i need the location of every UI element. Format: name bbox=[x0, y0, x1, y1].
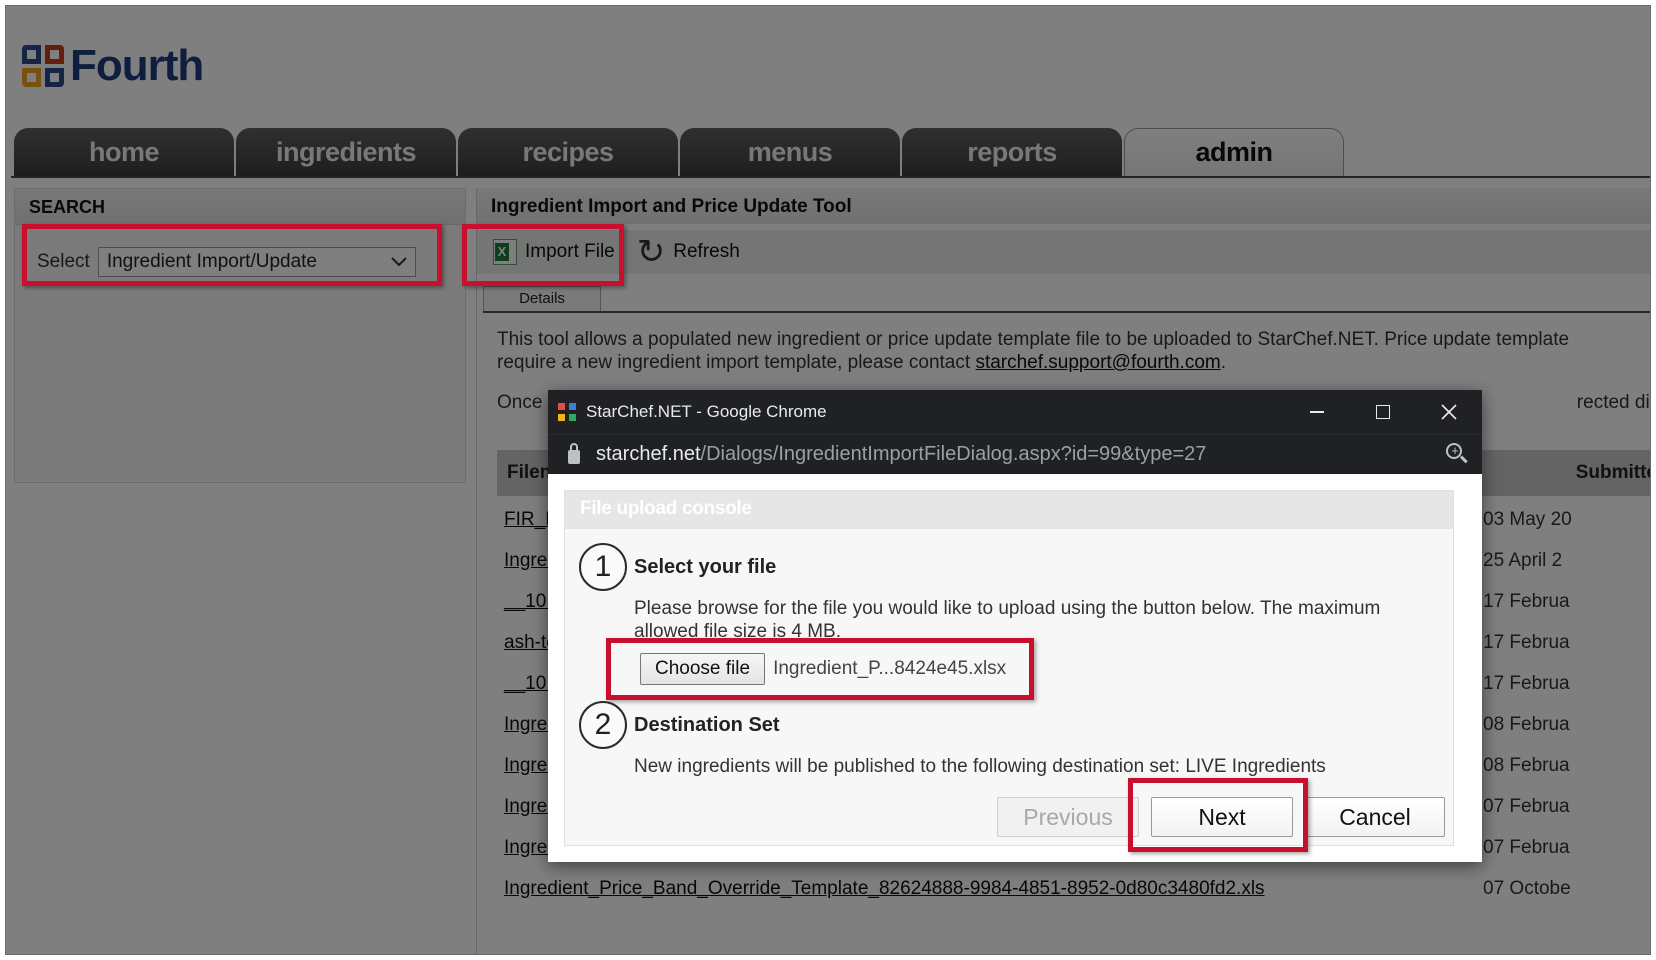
zoom-icon[interactable]: + bbox=[1446, 443, 1468, 465]
window-title: StarChef.NET - Google Chrome bbox=[586, 402, 827, 421]
starchef-favicon-icon bbox=[558, 403, 576, 421]
step-2-title: Destination Set bbox=[634, 714, 780, 736]
address-bar[interactable]: starchef.net/Dialogs/IngredientImportFil… bbox=[548, 434, 1482, 474]
console-title: File upload console bbox=[565, 491, 1453, 529]
chrome-popup-window: StarChef.NET - Google Chrome starchef.ne… bbox=[548, 390, 1482, 862]
step-1-number: 1 bbox=[579, 543, 627, 591]
highlight-import-file bbox=[462, 224, 624, 286]
url-host: starchef.net bbox=[596, 443, 701, 465]
window-titlebar: StarChef.NET - Google Chrome bbox=[548, 390, 1482, 434]
step-2-number: 2 bbox=[579, 701, 627, 749]
url-text: starchef.net/Dialogs/IngredientImportFil… bbox=[596, 443, 1206, 466]
maximize-button[interactable] bbox=[1350, 390, 1416, 434]
highlight-next-button bbox=[1128, 778, 1308, 852]
cancel-button[interactable]: Cancel bbox=[1305, 797, 1445, 837]
highlight-choose-file bbox=[606, 638, 1034, 700]
minimize-icon bbox=[1310, 411, 1324, 413]
lock-icon bbox=[568, 442, 580, 464]
close-window-button[interactable] bbox=[1416, 390, 1482, 434]
step-1-text: Please browse for the file you would lik… bbox=[634, 598, 1381, 642]
previous-button[interactable]: Previous bbox=[997, 797, 1139, 837]
url-path: /Dialogs/IngredientImportFileDialog.aspx… bbox=[700, 443, 1207, 465]
minimize-button[interactable] bbox=[1284, 390, 1350, 434]
step-1-title: Select your file bbox=[634, 556, 777, 578]
window-controls bbox=[1284, 390, 1482, 434]
close-icon bbox=[1441, 404, 1457, 420]
highlight-search-select bbox=[22, 224, 442, 286]
step-2-text: New ingredients will be published to the… bbox=[634, 756, 1326, 777]
maximize-icon bbox=[1376, 405, 1390, 419]
